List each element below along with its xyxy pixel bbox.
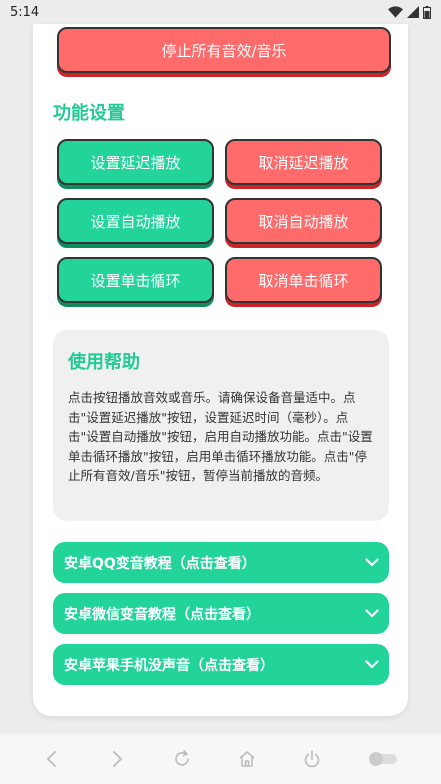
main-card: 停止所有音效/音乐 功能设置 设置延迟播放 取消延迟播放 设置自动播放 取消自动…: [33, 24, 408, 716]
wifi-icon: [388, 6, 403, 18]
chevron-down-icon: [365, 558, 379, 567]
accordion-no-sound[interactable]: 安卓苹果手机没声音（点击查看）: [53, 644, 389, 685]
cancel-auto-button[interactable]: 取消自动播放: [225, 198, 382, 244]
status-time: 5:14: [10, 4, 40, 20]
section-title: 功能设置: [53, 103, 125, 124]
chevron-down-icon: [365, 660, 379, 669]
toggle-icon[interactable]: [367, 750, 399, 768]
status-bar: 5:14: [0, 0, 441, 24]
accordion-qq-tutorial[interactable]: 安卓QQ变音教程（点击查看）: [53, 542, 389, 583]
cancel-loop-button[interactable]: 取消单击循环: [225, 257, 382, 303]
signal-icon: [407, 6, 419, 18]
refresh-icon[interactable]: [172, 749, 192, 769]
accordion-label: 安卓QQ变音教程（点击查看）: [64, 555, 256, 572]
help-title: 使用帮助: [68, 352, 140, 373]
chevron-down-icon: [365, 609, 379, 618]
stop-all-button[interactable]: 停止所有音效/音乐: [57, 27, 391, 73]
accordion-label: 安卓微信变音教程（点击查看）: [64, 606, 260, 623]
help-text: 点击按钮播放音效或音乐。请确保设备音量适中。点击"设置延迟播放"按钮，设置延迟时…: [68, 390, 373, 483]
set-auto-button[interactable]: 设置自动播放: [57, 198, 214, 244]
accordion-wechat-tutorial[interactable]: 安卓微信变音教程（点击查看）: [53, 593, 389, 634]
cancel-delay-button[interactable]: 取消延迟播放: [225, 139, 382, 185]
set-delay-button[interactable]: 设置延迟播放: [57, 139, 214, 185]
set-loop-button[interactable]: 设置单击循环: [57, 257, 214, 303]
battery-icon: [423, 5, 431, 19]
power-icon[interactable]: [302, 749, 322, 769]
forward-icon[interactable]: [107, 749, 127, 769]
accordion-label: 安卓苹果手机没声音（点击查看）: [64, 657, 274, 674]
home-icon[interactable]: [237, 749, 257, 769]
status-icons: [388, 5, 431, 19]
help-panel: 使用帮助 点击按钮播放音效或音乐。请确保设备音量适中。点击"设置延迟播放"按钮，…: [53, 330, 389, 521]
back-icon[interactable]: [42, 749, 62, 769]
browser-nav-bar: [0, 734, 441, 784]
